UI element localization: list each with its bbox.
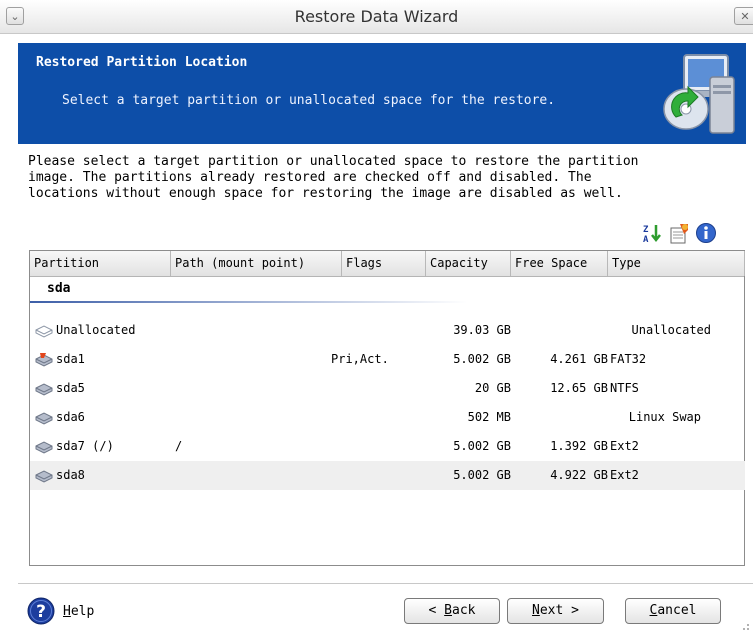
cell-partition: sda8 — [56, 468, 85, 482]
partition-table: Partition Path (mount point) Flags Capac… — [29, 250, 745, 566]
cell-partition: sda1 — [56, 352, 85, 366]
back-button[interactable]: < Back — [404, 598, 500, 624]
back-prefix: < — [428, 603, 445, 618]
cell-type: Linux Swap — [628, 410, 701, 424]
cell-capacity: 5.002 GB — [453, 352, 511, 366]
svg-text:Z: Z — [643, 225, 649, 235]
next-label-rest: ext > — [539, 603, 579, 618]
partition-disk-icon — [35, 441, 53, 454]
column-flags[interactable]: Flags — [342, 251, 426, 276]
back-mnemonic: B — [444, 603, 452, 618]
table-row[interactable]: Unallocated 39.03 GB Unallocated — [30, 316, 745, 345]
help-icon[interactable]: ? — [27, 597, 55, 625]
cell-type: Unallocated — [631, 323, 711, 337]
disk-group-label: sda — [47, 281, 71, 296]
unallocated-disk-icon — [35, 325, 53, 338]
properties-icon[interactable] — [668, 222, 690, 244]
column-partition[interactable]: Partition — [30, 251, 171, 276]
partition-disk-icon — [35, 412, 53, 425]
cell-capacity: 5.002 GB — [453, 439, 511, 453]
cell-partition: Unallocated — [56, 323, 136, 337]
page-title: Restored Partition Location — [36, 55, 248, 70]
column-type[interactable]: Type — [608, 251, 745, 276]
help-button[interactable]: Help — [63, 604, 94, 619]
cell-type: FAT32 — [610, 352, 647, 366]
cell-type: NTFS — [610, 381, 639, 395]
title-bar: ⌄ Restore Data Wizard ✕ — [0, 0, 753, 34]
cell-flags: Pri,Act. — [331, 352, 389, 366]
cell-type: Ext2 — [610, 468, 639, 482]
group-divider — [30, 301, 467, 303]
table-row[interactable]: sda5 20 GB 12.65 GB NTFS — [30, 374, 745, 403]
table-header: Partition Path (mount point) Flags Capac… — [30, 251, 745, 277]
close-button[interactable]: ✕ — [734, 7, 753, 25]
cancel-button[interactable]: Cancel — [625, 598, 721, 624]
info-icon[interactable] — [695, 222, 717, 244]
column-path[interactable]: Path (mount point) — [171, 251, 342, 276]
cell-free-space: 12.65 GB — [550, 381, 608, 395]
sort-icon[interactable]: Z A — [641, 222, 663, 244]
footer-divider — [18, 583, 753, 584]
cell-free-space: 4.261 GB — [550, 352, 608, 366]
table-row[interactable]: sda1 Pri,Act. 5.002 GB 4.261 GB FAT32 — [30, 345, 745, 374]
column-free-space[interactable]: Free Space — [511, 251, 608, 276]
cell-capacity: 502 MB — [467, 410, 511, 424]
cell-capacity: 5.002 GB — [453, 468, 511, 482]
cell-partition: sda5 — [56, 381, 85, 395]
cell-capacity: 20 GB — [474, 381, 511, 395]
cell-partition: sda6 — [56, 410, 85, 424]
partition-disk-icon — [35, 383, 53, 396]
svg-text:A: A — [643, 235, 649, 244]
cell-capacity: 39.03 GB — [453, 323, 511, 337]
cell-free-space: 1.392 GB — [550, 439, 608, 453]
close-icon: ✕ — [740, 10, 750, 23]
partition-disk-icon — [35, 470, 53, 483]
table-row[interactable]: sda7 (/) / 5.002 GB 1.392 GB Ext2 — [30, 432, 745, 461]
help-label-rest: elp — [70, 604, 95, 619]
header-banner: Restored Partition Location Select a tar… — [18, 43, 746, 144]
svg-text:?: ? — [36, 602, 46, 622]
cancel-label-rest: ancel — [657, 603, 697, 618]
table-row-selected[interactable]: sda8 5.002 GB 4.922 GB Ext2 — [30, 461, 745, 490]
page-subtitle: Select a target partition or unallocated… — [62, 93, 556, 108]
cell-type: Ext2 — [610, 439, 639, 453]
cell-path: / — [175, 439, 183, 453]
column-capacity[interactable]: Capacity — [426, 251, 511, 276]
primary-partition-icon — [35, 353, 53, 367]
next-button[interactable]: Next > — [507, 598, 604, 624]
table-row[interactable]: sda6 502 MB Linux Swap — [30, 403, 745, 432]
cell-free-space: 4.922 GB — [550, 468, 608, 482]
instructions-text: Please select a target partition or unal… — [28, 154, 639, 201]
cell-partition: sda7 (/) — [56, 439, 114, 453]
window-title: Restore Data Wizard — [294, 7, 459, 26]
resize-grip-icon[interactable] — [740, 621, 750, 631]
disk-group-header: sda — [30, 276, 744, 303]
restore-wizard-icon — [663, 54, 735, 134]
back-label-rest: ack — [452, 603, 476, 618]
next-mnemonic: N — [532, 603, 540, 618]
help-mnemonic: H — [63, 604, 71, 619]
